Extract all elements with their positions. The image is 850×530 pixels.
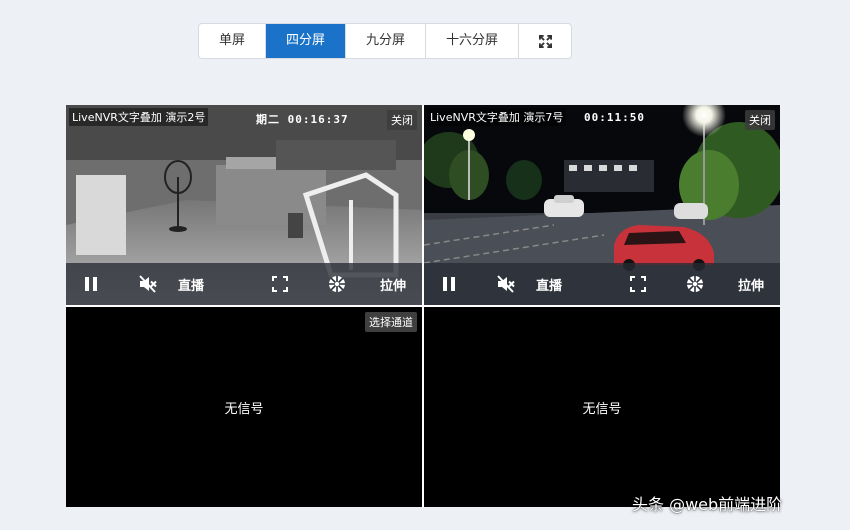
video-player-1[interactable]: LiveNVR文字叠加 演示2号 期二 00:16:37 关闭 直播 拉伸 xyxy=(66,105,422,305)
muted-speaker-icon xyxy=(139,275,157,293)
stretch-button[interactable]: 拉伸 xyxy=(738,263,764,305)
pause-icon xyxy=(443,277,455,291)
tab-nine-screen[interactable]: 九分屏 xyxy=(346,24,427,58)
camera-shutter-icon xyxy=(329,276,345,292)
close-button[interactable]: 关闭 xyxy=(387,110,417,130)
osd-timestamp: 期二 00:16:37 xyxy=(256,113,349,126)
select-channel-button[interactable]: 选择通道 xyxy=(365,312,417,332)
osd-timestamp: 00:11:50 xyxy=(584,111,645,124)
tab-sixteen-screen[interactable]: 十六分屏 xyxy=(426,24,520,58)
layout-tabs: 单屏 四分屏 九分屏 十六分屏 xyxy=(198,23,573,59)
live-button[interactable]: 直播 xyxy=(536,263,562,305)
video-grid: LiveNVR文字叠加 演示2号 期二 00:16:37 关闭 直播 拉伸 Li… xyxy=(66,105,780,507)
mute-button[interactable] xyxy=(496,263,516,305)
live-button[interactable]: 直播 xyxy=(178,263,204,305)
video-player-2[interactable]: LiveNVR文字叠加 演示7号 00:11:50 关闭 直播 拉伸 xyxy=(424,105,780,305)
snapshot-button[interactable] xyxy=(686,263,704,305)
camera-title: LiveNVR文字叠加 演示7号 xyxy=(427,108,567,126)
watermark: 头条 @web前端进阶 xyxy=(632,495,783,514)
pause-icon xyxy=(85,277,97,291)
fullscreen-player-button[interactable] xyxy=(272,263,288,305)
no-signal-message: 无信号 xyxy=(224,401,264,417)
pause-button[interactable] xyxy=(442,263,456,305)
fullscreen-icon xyxy=(630,276,646,292)
video-slot-3[interactable]: 无信号 选择通道 xyxy=(66,307,422,507)
player-control-bar: 直播 拉伸 xyxy=(66,263,422,305)
fullscreen-expand-icon xyxy=(538,34,552,48)
mute-button[interactable] xyxy=(138,263,158,305)
muted-speaker-icon xyxy=(497,275,515,293)
tab-single-screen[interactable]: 单屏 xyxy=(199,24,267,58)
no-signal-message: 无信号 xyxy=(582,401,622,417)
player-control-bar: 直播 拉伸 xyxy=(424,263,780,305)
camera-title: LiveNVR文字叠加 演示2号 xyxy=(69,108,209,126)
tab-four-screen[interactable]: 四分屏 xyxy=(266,24,347,58)
stretch-button[interactable]: 拉伸 xyxy=(380,263,406,305)
fullscreen-button[interactable] xyxy=(519,24,571,58)
video-slot-4[interactable]: 无信号 xyxy=(424,307,780,507)
fullscreen-player-button[interactable] xyxy=(630,263,646,305)
close-button[interactable]: 关闭 xyxy=(745,110,775,130)
snapshot-button[interactable] xyxy=(328,263,346,305)
fullscreen-icon xyxy=(272,276,288,292)
pause-button[interactable] xyxy=(84,263,98,305)
camera-shutter-icon xyxy=(687,276,703,292)
